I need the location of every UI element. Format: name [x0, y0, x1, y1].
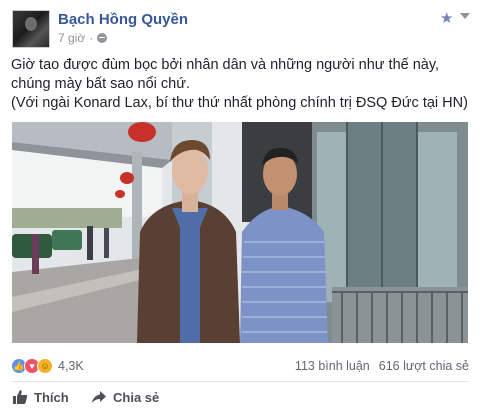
share-button[interactable]: Chia sẻ — [91, 389, 159, 405]
like-label: Thích — [34, 389, 69, 405]
share-arrow-icon — [92, 391, 106, 403]
avatar[interactable] — [12, 10, 50, 48]
reaction-summary[interactable]: 👍 ♥ ☺ 4,3K — [11, 358, 84, 374]
globe-icon — [97, 33, 108, 43]
post-text-line: Giờ tao được đùm bọc bởi nhân dân và nhữ… — [11, 57, 440, 92]
share-label: Chia sẻ — [113, 389, 160, 405]
shares-count[interactable]: 616 lượt chia sẻ — [379, 359, 469, 373]
author-name[interactable]: Bạch Hồng Quyền — [58, 11, 188, 28]
comments-count[interactable]: 113 bình luận — [295, 359, 370, 373]
chevron-down-icon[interactable] — [460, 13, 470, 19]
post-meta: 7 giờ · — [58, 31, 108, 45]
haha-reaction-icon: ☺ — [37, 358, 53, 374]
thumbs-up-icon — [13, 390, 28, 404]
post-stats: 113 bình luận 616 lượt chia sẻ — [295, 359, 469, 373]
reactions-count[interactable]: 4,3K — [58, 359, 84, 373]
divider — [11, 381, 469, 382]
like-button[interactable]: Thích — [12, 389, 69, 405]
post-photo[interactable] — [12, 122, 468, 343]
post-text-line: (Với ngài Konard Lax, bí thư thứ nhất ph… — [11, 95, 468, 111]
post-text: Giờ tao được đùm bọc bởi nhân dân và nhữ… — [11, 56, 473, 113]
star-icon[interactable]: ★ — [440, 9, 453, 27]
photo-scene — [12, 122, 468, 343]
post-time[interactable]: 7 giờ — [58, 31, 85, 45]
meta-separator: · — [89, 31, 94, 45]
facebook-post: Bạch Hồng Quyền 7 giờ · ★ Giờ tao được đ… — [0, 0, 480, 412]
